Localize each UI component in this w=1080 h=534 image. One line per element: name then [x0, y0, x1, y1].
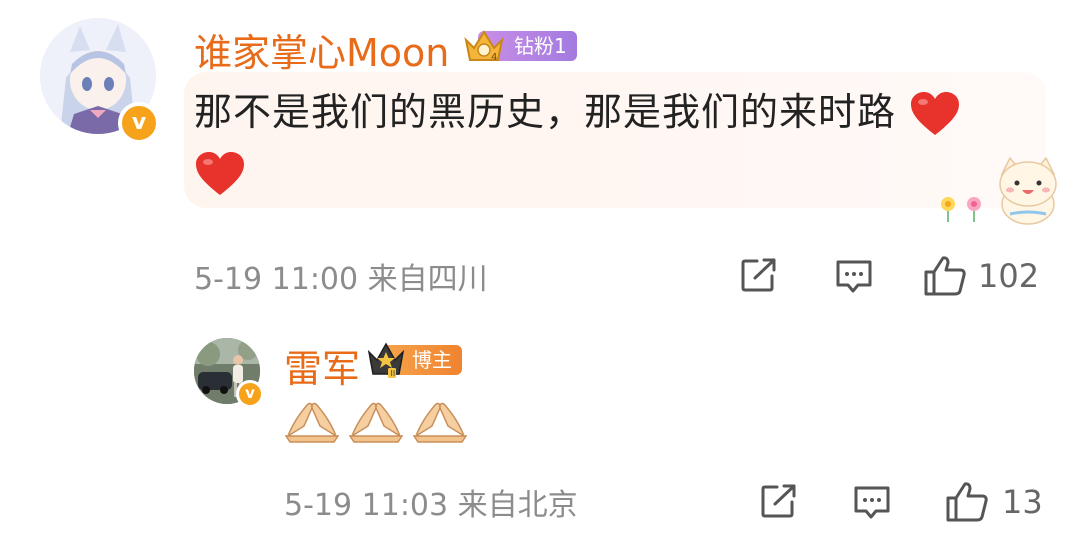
verified-badge-icon: v	[236, 380, 264, 408]
comment-date: 5-19	[194, 262, 263, 297]
comment-button[interactable]	[852, 484, 892, 522]
svg-text:4: 4	[491, 52, 497, 63]
comment-meta: 5-19 11:03 来自北京	[284, 480, 578, 524]
comment-text: 那不是我们的黑历史，那是我们的来时路	[194, 82, 1014, 202]
like-count: 102	[978, 257, 1040, 295]
share-button[interactable]	[740, 257, 778, 293]
heart-emoji-icon	[196, 151, 244, 195]
like-icon	[924, 256, 966, 296]
comment-location: 来自北京	[457, 488, 578, 523]
host-badge[interactable]: II 博主	[366, 340, 462, 380]
comment-time: 11:03	[361, 488, 449, 523]
pray-hands-emoji-icon	[348, 402, 404, 443]
fan-badge[interactable]: 4 钻粉1	[462, 26, 577, 66]
pray-hands-emoji-icon	[284, 402, 340, 443]
like-button[interactable]: 102	[922, 254, 1039, 298]
like-button[interactable]: 13	[944, 480, 1043, 524]
share-button[interactable]	[760, 483, 798, 519]
svg-text:II: II	[391, 369, 396, 378]
comment-date: 5-19	[284, 488, 353, 523]
crown-icon: II	[367, 342, 405, 378]
cat-sticker-icon	[999, 156, 1057, 225]
comment-meta: 5-19 11:00 来自四川	[194, 254, 488, 298]
username[interactable]: 谁家掌心Moon	[194, 22, 449, 77]
comment-location: 来自四川	[367, 262, 488, 297]
like-icon	[946, 482, 988, 522]
heart-emoji-icon	[911, 91, 960, 135]
reply-emojis	[284, 396, 468, 444]
verified-badge-icon: v	[118, 102, 160, 144]
share-icon	[741, 258, 776, 292]
comment-text-body: 那不是我们的黑历史，那是我们的来时路	[194, 90, 897, 134]
share-icon	[761, 484, 796, 518]
comment-icon	[854, 486, 890, 519]
username[interactable]: 雷军	[284, 338, 360, 393]
crown-icon: 4	[464, 30, 504, 63]
flower-decoration-icon	[941, 197, 981, 222]
pray-hands-emoji-icon	[412, 402, 468, 443]
like-count: 13	[1002, 483, 1043, 521]
comment-button[interactable]	[834, 258, 874, 296]
comment-icon	[836, 260, 872, 293]
comment-time: 11:00	[271, 262, 359, 297]
